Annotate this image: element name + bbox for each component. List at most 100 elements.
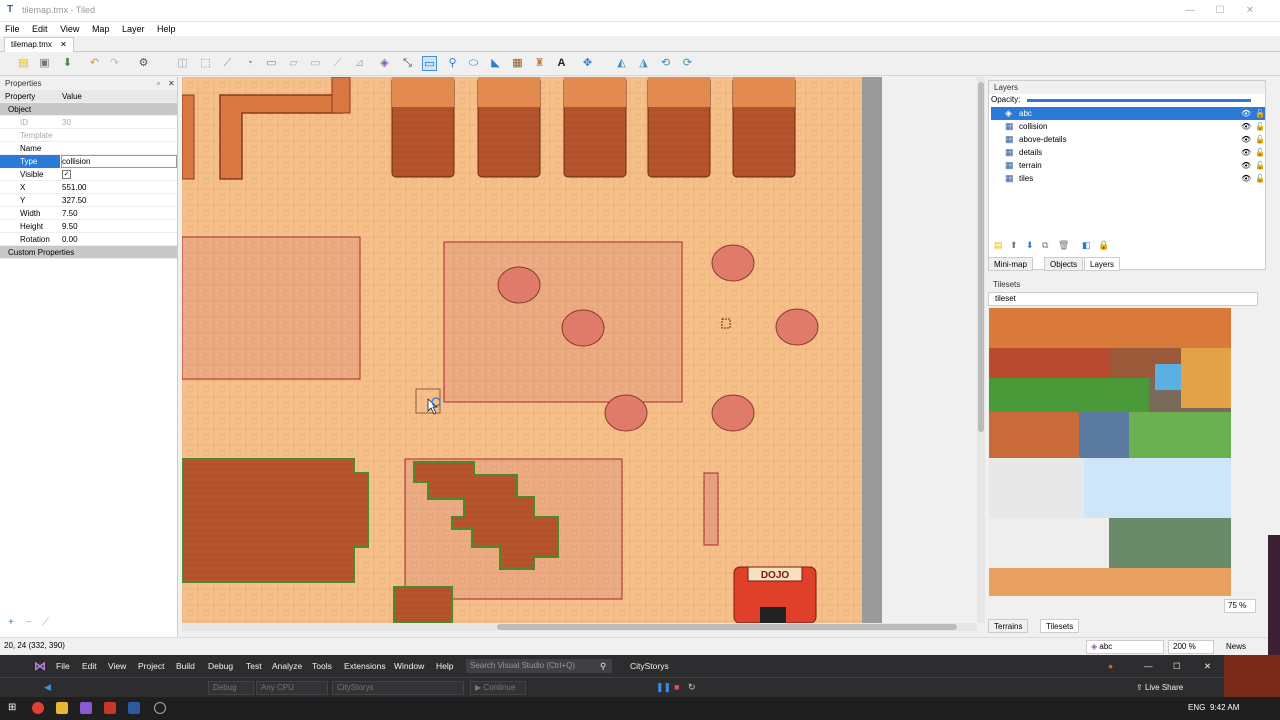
rotate-right-icon[interactable]: ⟳	[680, 56, 695, 71]
eraser-icon[interactable]: ⟋	[220, 56, 235, 71]
flip-horizontal-icon[interactable]: ◭	[614, 56, 629, 71]
eye-icon[interactable]: 👁	[1241, 107, 1251, 120]
news-button[interactable]: News	[1226, 642, 1246, 651]
undo-icon[interactable]: ↶	[87, 56, 102, 71]
lock-icon[interactable]: 🔓	[1255, 146, 1265, 159]
property-value[interactable]: 7.50	[62, 207, 78, 220]
tab-objects[interactable]: Objects	[1044, 257, 1084, 271]
vs-menu-analyze[interactable]: Analyze	[272, 661, 302, 671]
bucket-fill-icon[interactable]: ◔	[242, 56, 257, 71]
vs-live-share-button[interactable]: ⇪ Live Share	[1136, 683, 1183, 692]
magic-wand-icon[interactable]: ▱	[286, 56, 301, 71]
zoom-select[interactable]: 200 %	[1168, 640, 1214, 654]
language-indicator[interactable]: ENG	[1188, 703, 1205, 712]
map-canvas[interactable]: DOJO	[182, 77, 862, 623]
flip-vertical-icon[interactable]: ◮	[636, 56, 651, 71]
property-value[interactable]: 551.00	[62, 181, 86, 194]
select-same-icon[interactable]: ▭	[308, 56, 323, 71]
tiled-taskbar-icon[interactable]	[128, 702, 140, 714]
vs-continue-button[interactable]: ▶ Continue	[470, 681, 526, 695]
insert-text-icon[interactable]: A	[554, 56, 569, 71]
vs-stop-icon[interactable]: ■	[674, 682, 679, 692]
layer-item-above-details[interactable]: ▦ above-details 👁 🔓	[991, 133, 1265, 146]
layer-item-abc[interactable]: ◈ abc 👁 🔓	[991, 107, 1265, 120]
tab-layers[interactable]: Layers	[1084, 257, 1121, 271]
vs-maximize-icon[interactable]: ☐	[1173, 661, 1181, 672]
add-property-icon[interactable]: +	[8, 617, 14, 628]
vs-menu-file[interactable]: File	[56, 661, 70, 671]
vs-platform-select[interactable]: Any CPU	[256, 681, 328, 695]
tileset-tab[interactable]: tileset	[988, 292, 1258, 306]
show-hide-others-icon[interactable]: ◧	[1082, 240, 1091, 251]
vs-account-icon[interactable]: ●	[1108, 661, 1113, 671]
eye-icon[interactable]: 👁	[1241, 120, 1251, 133]
group-custom-properties[interactable]: Custom Properties	[0, 246, 177, 259]
property-row-width[interactable]: Width 7.50	[0, 207, 177, 220]
vs-search-input[interactable]: Search Visual Studio (Ctrl+Q)	[466, 659, 612, 673]
visual-studio-taskbar-icon[interactable]	[80, 702, 92, 714]
layer-item-details[interactable]: ▦ details 👁 🔓	[991, 146, 1265, 159]
insert-template-icon[interactable]: ♜	[532, 56, 547, 71]
vs-menu-extensions[interactable]: Extensions	[344, 661, 386, 671]
insert-tile-icon[interactable]: ▦	[510, 56, 525, 71]
lower-layer-icon[interactable]: ⬇	[1026, 240, 1034, 251]
menu-layer[interactable]: Layer	[117, 22, 150, 36]
minimize-icon[interactable]: —	[1182, 3, 1198, 19]
property-row-rotation[interactable]: Rotation 0.00	[0, 233, 177, 246]
chrome-icon[interactable]	[32, 702, 44, 714]
vs-startup-select[interactable]: CityStorys	[332, 681, 464, 695]
vs-back-icon[interactable]: ◀	[44, 682, 51, 693]
property-row-type[interactable]: Type collision	[0, 155, 177, 168]
duplicate-layer-icon[interactable]: ⧉	[1042, 240, 1048, 251]
app-taskbar-icon[interactable]	[104, 702, 116, 714]
start-icon[interactable]: ⊞	[8, 702, 20, 714]
lock-icon[interactable]: 🔓	[1255, 120, 1265, 133]
wand-icon[interactable]: ⟋	[330, 56, 345, 71]
clock[interactable]: 9:42 AM	[1210, 703, 1239, 712]
rect-select-icon[interactable]: ▭	[264, 56, 279, 71]
stamp-brush-icon[interactable]: ⚙	[136, 56, 151, 71]
map-render[interactable]: DOJO	[182, 77, 862, 623]
rotate-left-icon[interactable]: ⟲	[658, 56, 673, 71]
new-map-icon[interactable]: ▤	[16, 56, 31, 71]
lock-layer-icon[interactable]: 🔒	[1098, 240, 1109, 251]
layer-item-terrain[interactable]: ▦ terrain 👁 🔓	[991, 159, 1265, 172]
property-row-name[interactable]: Name	[0, 142, 177, 155]
close-icon[interactable]: ✕	[1242, 3, 1258, 19]
lock-icon[interactable]: 🔓	[1255, 159, 1265, 172]
property-row-x[interactable]: X 551.00	[0, 181, 177, 194]
tileset-zoom-select[interactable]: 75 %	[1224, 599, 1256, 613]
property-value[interactable]: collision	[62, 155, 90, 168]
lock-icon[interactable]: 🔓	[1255, 107, 1265, 120]
layer-item-tiles[interactable]: ▦ tiles 👁 🔓	[991, 172, 1265, 185]
vscroll-thumb[interactable]	[978, 82, 984, 432]
insert-ellipse-icon[interactable]: ⬭	[466, 56, 481, 71]
vs-restart-icon[interactable]: ↻	[688, 682, 696, 693]
menu-view[interactable]: View	[55, 22, 84, 36]
eye-icon[interactable]: 👁	[1241, 159, 1251, 172]
opacity-slider[interactable]	[1027, 99, 1251, 102]
vs-menu-edit[interactable]: Edit	[82, 661, 97, 671]
insert-polygon-icon[interactable]: ◣	[488, 56, 503, 71]
group-object[interactable]: Object	[0, 103, 177, 116]
terrain-brush-icon[interactable]: ◫	[175, 56, 190, 71]
eye-icon[interactable]: 👁	[1241, 133, 1251, 146]
properties-float-icon[interactable]: ▫	[157, 77, 160, 90]
tileset-image[interactable]	[989, 308, 1231, 596]
obs-taskbar-icon[interactable]	[154, 702, 166, 714]
vs-menu-view[interactable]: View	[108, 661, 126, 671]
vs-menu-debug[interactable]: Debug	[208, 661, 233, 671]
property-value[interactable]: 327.50	[62, 194, 86, 207]
vs-menu-help[interactable]: Help	[436, 661, 453, 671]
vs-menu-build[interactable]: Build	[176, 661, 195, 671]
picker-icon[interactable]: ⊿	[352, 56, 367, 71]
property-value[interactable]: 9.50	[62, 220, 78, 233]
property-value[interactable]: 30	[62, 116, 71, 129]
property-row-y[interactable]: Y 327.50	[0, 194, 177, 207]
edit-polygons-icon[interactable]: ⤡	[400, 56, 415, 71]
tab-tilemap[interactable]: tilemap.tmx ✕	[4, 37, 74, 52]
property-row-visible[interactable]: Visible ✓	[0, 168, 177, 181]
hscroll-thumb[interactable]	[497, 624, 957, 630]
insert-rectangle-icon[interactable]: ▭	[422, 56, 437, 71]
lock-icon[interactable]: 🔓	[1255, 172, 1265, 185]
